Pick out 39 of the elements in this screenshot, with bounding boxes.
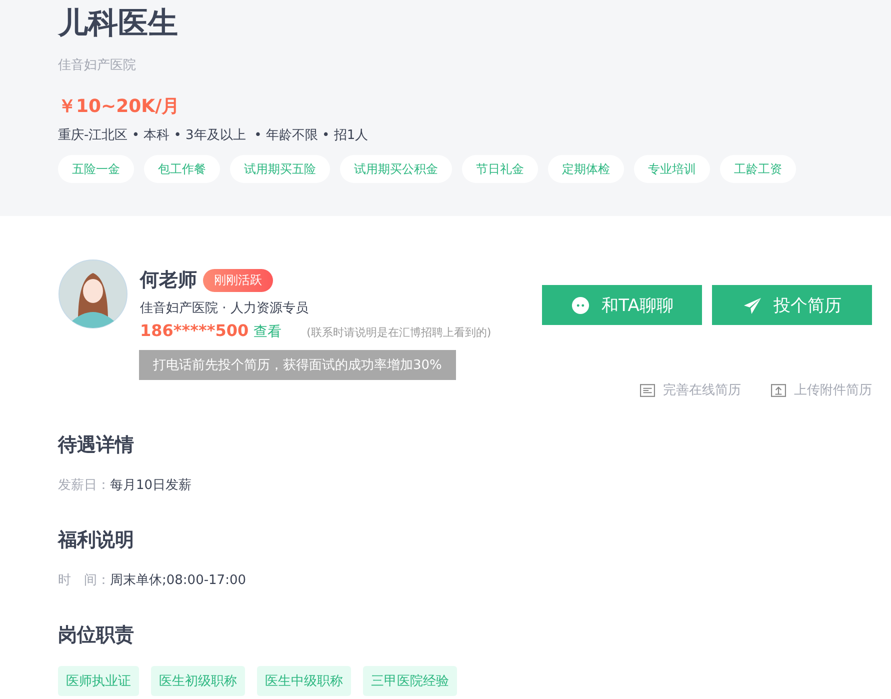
chat-bubble-icon	[570, 296, 590, 314]
requirement-tag: 医生初级职称	[151, 666, 245, 696]
contact-note: (联系时请说明是在汇博招聘上看到的)	[306, 325, 492, 340]
section-heading: 福利说明	[58, 528, 135, 553]
requirement-tag: 三甲医院经验	[363, 666, 457, 696]
phone-number: 186*****500	[140, 321, 249, 340]
field-label: 时 间：	[58, 573, 110, 588]
tooltip: 打电话前先投个简历，获得面试的成功率增加30%	[139, 350, 456, 380]
view-phone-link[interactable]: 查看	[254, 323, 282, 341]
benefit-tag: 五险一金	[58, 155, 134, 183]
upload-icon	[771, 384, 786, 396]
benefit-tag: 节日礼金	[462, 155, 538, 183]
active-status-badge: 刚刚活跃	[203, 268, 273, 292]
chat-button[interactable]: 和TA聊聊	[542, 285, 702, 325]
benefit-tag: 包工作餐	[144, 155, 220, 183]
paper-plane-icon	[742, 296, 762, 314]
field-value: 每月10日发薪	[110, 478, 192, 493]
company-name: 佳音妇产医院	[58, 57, 137, 74]
benefit-tag: 试用期买公积金	[340, 155, 452, 183]
section-heading: 待遇详情	[58, 433, 135, 458]
complete-resume-link[interactable]: 完善在线简历	[640, 381, 741, 399]
recruiter-name: 何老师	[140, 268, 197, 293]
benefit-tag: 工龄工资	[720, 155, 796, 183]
recruiter-position: 佳音妇产医院 · 人力资源专员	[140, 300, 310, 317]
upload-resume-link[interactable]: 上传附件简历	[771, 381, 872, 399]
document-icon	[640, 384, 655, 396]
benefit-tag: 定期体检	[548, 155, 624, 183]
avatar-icon	[58, 259, 128, 329]
salary: ￥10~20K/月	[58, 95, 181, 118]
requirement-tag: 医生中级职称	[257, 666, 351, 696]
apply-button[interactable]: 投个简历	[712, 285, 872, 325]
field-value: 周末单休;08:00-17:00	[110, 573, 246, 588]
job-requirements: 重庆-江北区 • 本科 • 3年及以上 • 年龄不限 • 招1人	[58, 127, 370, 144]
requirement-tag: 医师执业证	[58, 666, 139, 696]
job-title: 儿科医生	[58, 5, 179, 43]
benefit-tag: 专业培训	[634, 155, 710, 183]
benefit-tag: 试用期买五险	[230, 155, 330, 183]
section-heading: 岗位职责	[58, 623, 135, 648]
field-label: 发薪日：	[58, 478, 110, 493]
